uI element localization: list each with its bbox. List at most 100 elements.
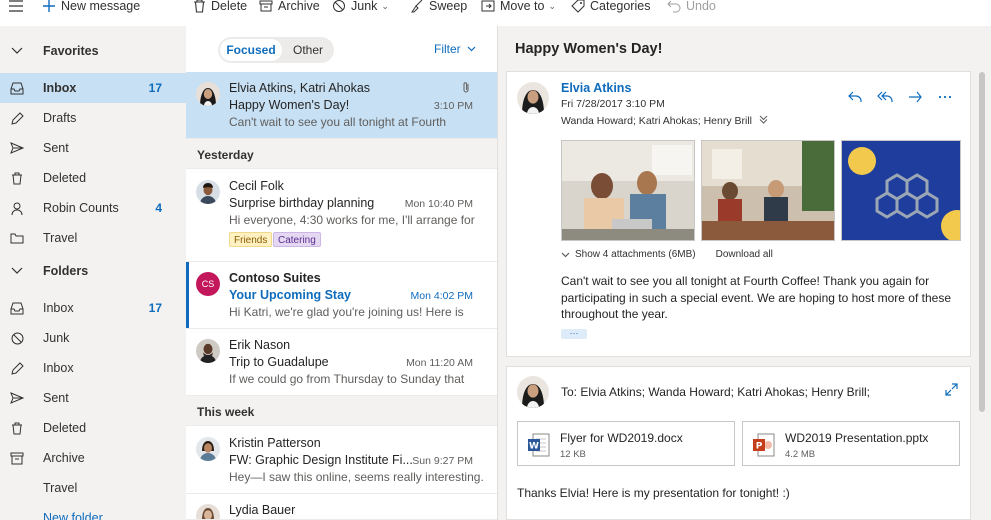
new-folder-link[interactable]: New folder [0,503,186,520]
group-label: This week [197,405,255,419]
expand-recipients-icon[interactable] [759,115,768,127]
nav-item-junk[interactable]: Junk [0,323,186,353]
nav-item-label: Deleted [43,171,87,185]
pop-out-icon[interactable] [945,383,958,399]
conversation-title: Happy Women's Day! [515,41,663,57]
nav-item-sent[interactable]: Sent [0,133,186,163]
file-attachment-docx[interactable]: W Flyer for WD2019.docx 12 KB [517,421,735,466]
block-icon [333,0,345,12]
message-subject: FW: Graphic Design Institute Fi... [229,453,413,467]
favorites-header[interactable]: Favorites [0,36,186,66]
file-size: 4.2 MB [785,449,816,460]
message-item[interactable]: Erik Nason Trip to Guadalupe Mon 11:20 A… [186,329,497,396]
show-more-button[interactable]: ··· [561,329,587,339]
tag-icon [571,0,585,13]
file-attachment-pptx[interactable]: P WD2019 Presentation.pptx 4.2 MB [742,421,960,466]
broom-icon [411,0,423,13]
category-tag-catering[interactable]: Catering [273,232,321,247]
message-sender: Elvia Atkins, Katri Ahokas [229,81,371,95]
avatar [196,437,220,461]
message-item[interactable]: CS Contoso Suites Your Upcoming Stay Mon… [186,262,497,329]
message-item[interactable]: Elvia Atkins, Katri Ahokas Happy Women's… [186,72,497,139]
categories-button[interactable]: Categories [571,0,650,14]
message-time: 3:10 PM [433,100,473,112]
tab-other[interactable]: Other [284,39,332,61]
message-item[interactable]: Lydia Bauer [186,494,497,520]
sweep-button[interactable]: Sweep [410,0,467,14]
group-label: Yesterday [197,148,254,162]
person-icon [10,201,24,215]
trash-icon [10,421,24,435]
nav-item-sent-2[interactable]: Sent [0,383,186,413]
pencil-icon [10,361,24,375]
recipients-list: Wanda Howard; Katri Ahokas; Henry Brill [561,115,753,127]
junk-button[interactable]: Junk ⌄ [332,0,389,14]
inbox-icon [10,81,24,95]
folders-header[interactable]: Folders [0,256,186,286]
download-all-button[interactable]: Download all [716,249,773,260]
file-size: 12 KB [560,449,586,460]
message-sender: Cecil Folk [229,179,284,193]
hamburger-menu-icon[interactable] [8,0,29,14]
nav-item-deleted-2[interactable]: Deleted [0,413,186,443]
word-file-icon: W [528,433,550,460]
nav-item-fav-inbox[interactable]: Inbox 17 [0,73,186,103]
new-message-button[interactable]: New message [42,0,140,14]
send-icon [10,391,24,405]
message-item[interactable]: Kristin Patterson FW: Graphic Design Ins… [186,427,497,494]
nav-item-robin-counts[interactable]: Robin Counts 4 [0,193,186,223]
new-message-label: New message [61,0,141,13]
delete-button[interactable]: Delete [193,0,247,14]
nav-item-travel-2[interactable]: Travel [0,473,186,503]
nav-item-label: Inbox [43,361,74,375]
nav-item-deleted[interactable]: Deleted [0,163,186,193]
avatar [196,82,220,106]
reply-body[interactable]: Thanks Elvia! Here is my presentation fo… [517,486,790,500]
unread-count: 17 [148,301,162,315]
category-tag-friends[interactable]: Friends [229,232,273,247]
nav-item-archive[interactable]: Archive [0,443,186,473]
attachment-thumbnails [561,140,961,241]
unread-count: 17 [148,81,162,95]
nav-item-inbox[interactable]: Inbox 17 [0,293,186,323]
chevron-down-icon [10,264,24,278]
message-sender: Kristin Patterson [229,436,321,450]
paperclip-icon [462,81,471,97]
reply-all-icon[interactable] [870,88,900,106]
image-attachment[interactable] [701,140,835,241]
message-body: Can't wait to see you all tonight at Fou… [561,274,952,321]
nav-item-inbox-2[interactable]: Inbox [0,353,186,383]
new-folder-label: New folder [43,511,103,520]
reply-compose: To: Elvia Atkins; Wanda Howard; Katri Ah… [506,366,971,520]
nav-item-travel[interactable]: Travel [0,223,186,253]
filter-button[interactable]: Filter [434,42,476,56]
more-options-icon[interactable] [930,88,960,106]
message-time: Mon 10:40 PM [404,198,473,210]
junk-label: Junk [351,0,378,13]
tab-focused[interactable]: Focused [220,39,282,61]
file-name: Flyer for WD2019.docx [560,431,683,445]
image-attachment[interactable] [561,140,695,241]
archive-button[interactable]: Archive [259,0,320,14]
reply-recipients[interactable]: To: Elvia Atkins; Wanda Howard; Katri Ah… [561,385,870,399]
inbox-pivot: Focused Other [218,37,334,63]
reading-pane-scrollbar[interactable] [979,72,985,412]
svg-text:W: W [529,442,539,452]
reply-icon[interactable] [840,88,870,106]
attachment-actions: Show 4 attachments (6MB) Download all [561,249,793,260]
show-attachments-button[interactable]: Show 4 attachments (6MB) [561,249,696,260]
message-preview: Hey—I saw this online, seems really inte… [229,470,484,484]
trash-icon [194,0,205,13]
nav-item-drafts[interactable]: Drafts [0,103,186,133]
message-item[interactable]: Cecil Folk Surprise birthday planning Mo… [186,170,497,262]
avatar [196,180,220,204]
sender-name[interactable]: Elvia Atkins [561,81,631,95]
powerpoint-file-icon: P [753,433,775,460]
undo-button[interactable]: Undo [667,0,716,14]
message-card: Elvia Atkins Fri 7/28/2017 3:10 PM Wanda… [506,71,971,357]
avatar [196,339,220,363]
forward-icon[interactable] [900,88,930,106]
move-to-button[interactable]: Move to ⌄ [481,0,556,14]
image-attachment[interactable] [841,140,961,241]
nav-item-label: Inbox [43,81,77,95]
